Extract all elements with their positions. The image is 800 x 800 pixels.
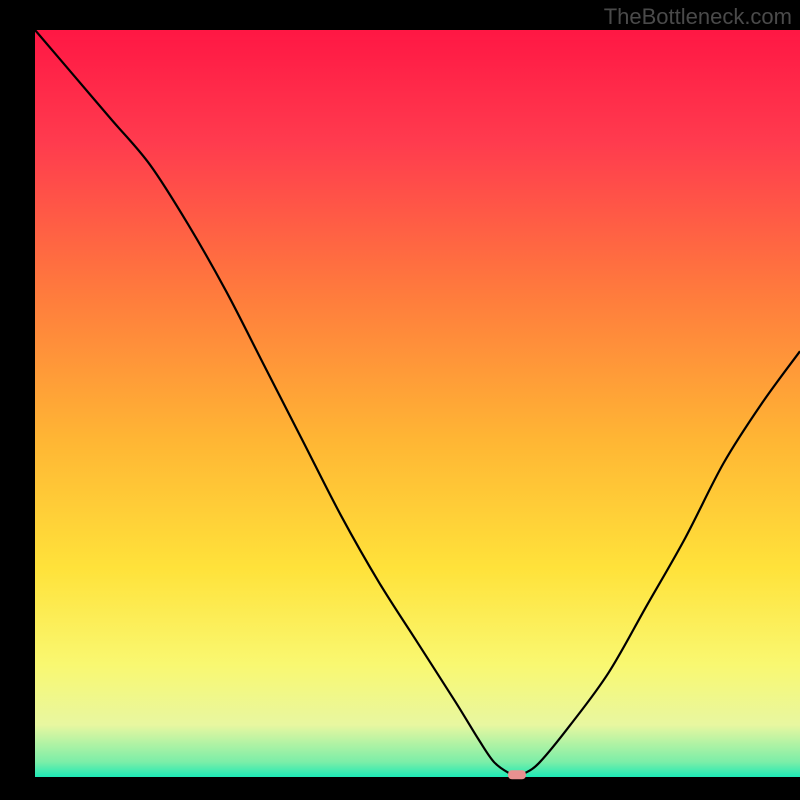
plot-background: [35, 30, 800, 777]
bottleneck-chart: [0, 0, 800, 800]
optimal-point-marker: [508, 770, 526, 779]
chart-container: { "watermark": "TheBottleneck.com", "cha…: [0, 0, 800, 800]
watermark-text: TheBottleneck.com: [604, 4, 792, 30]
